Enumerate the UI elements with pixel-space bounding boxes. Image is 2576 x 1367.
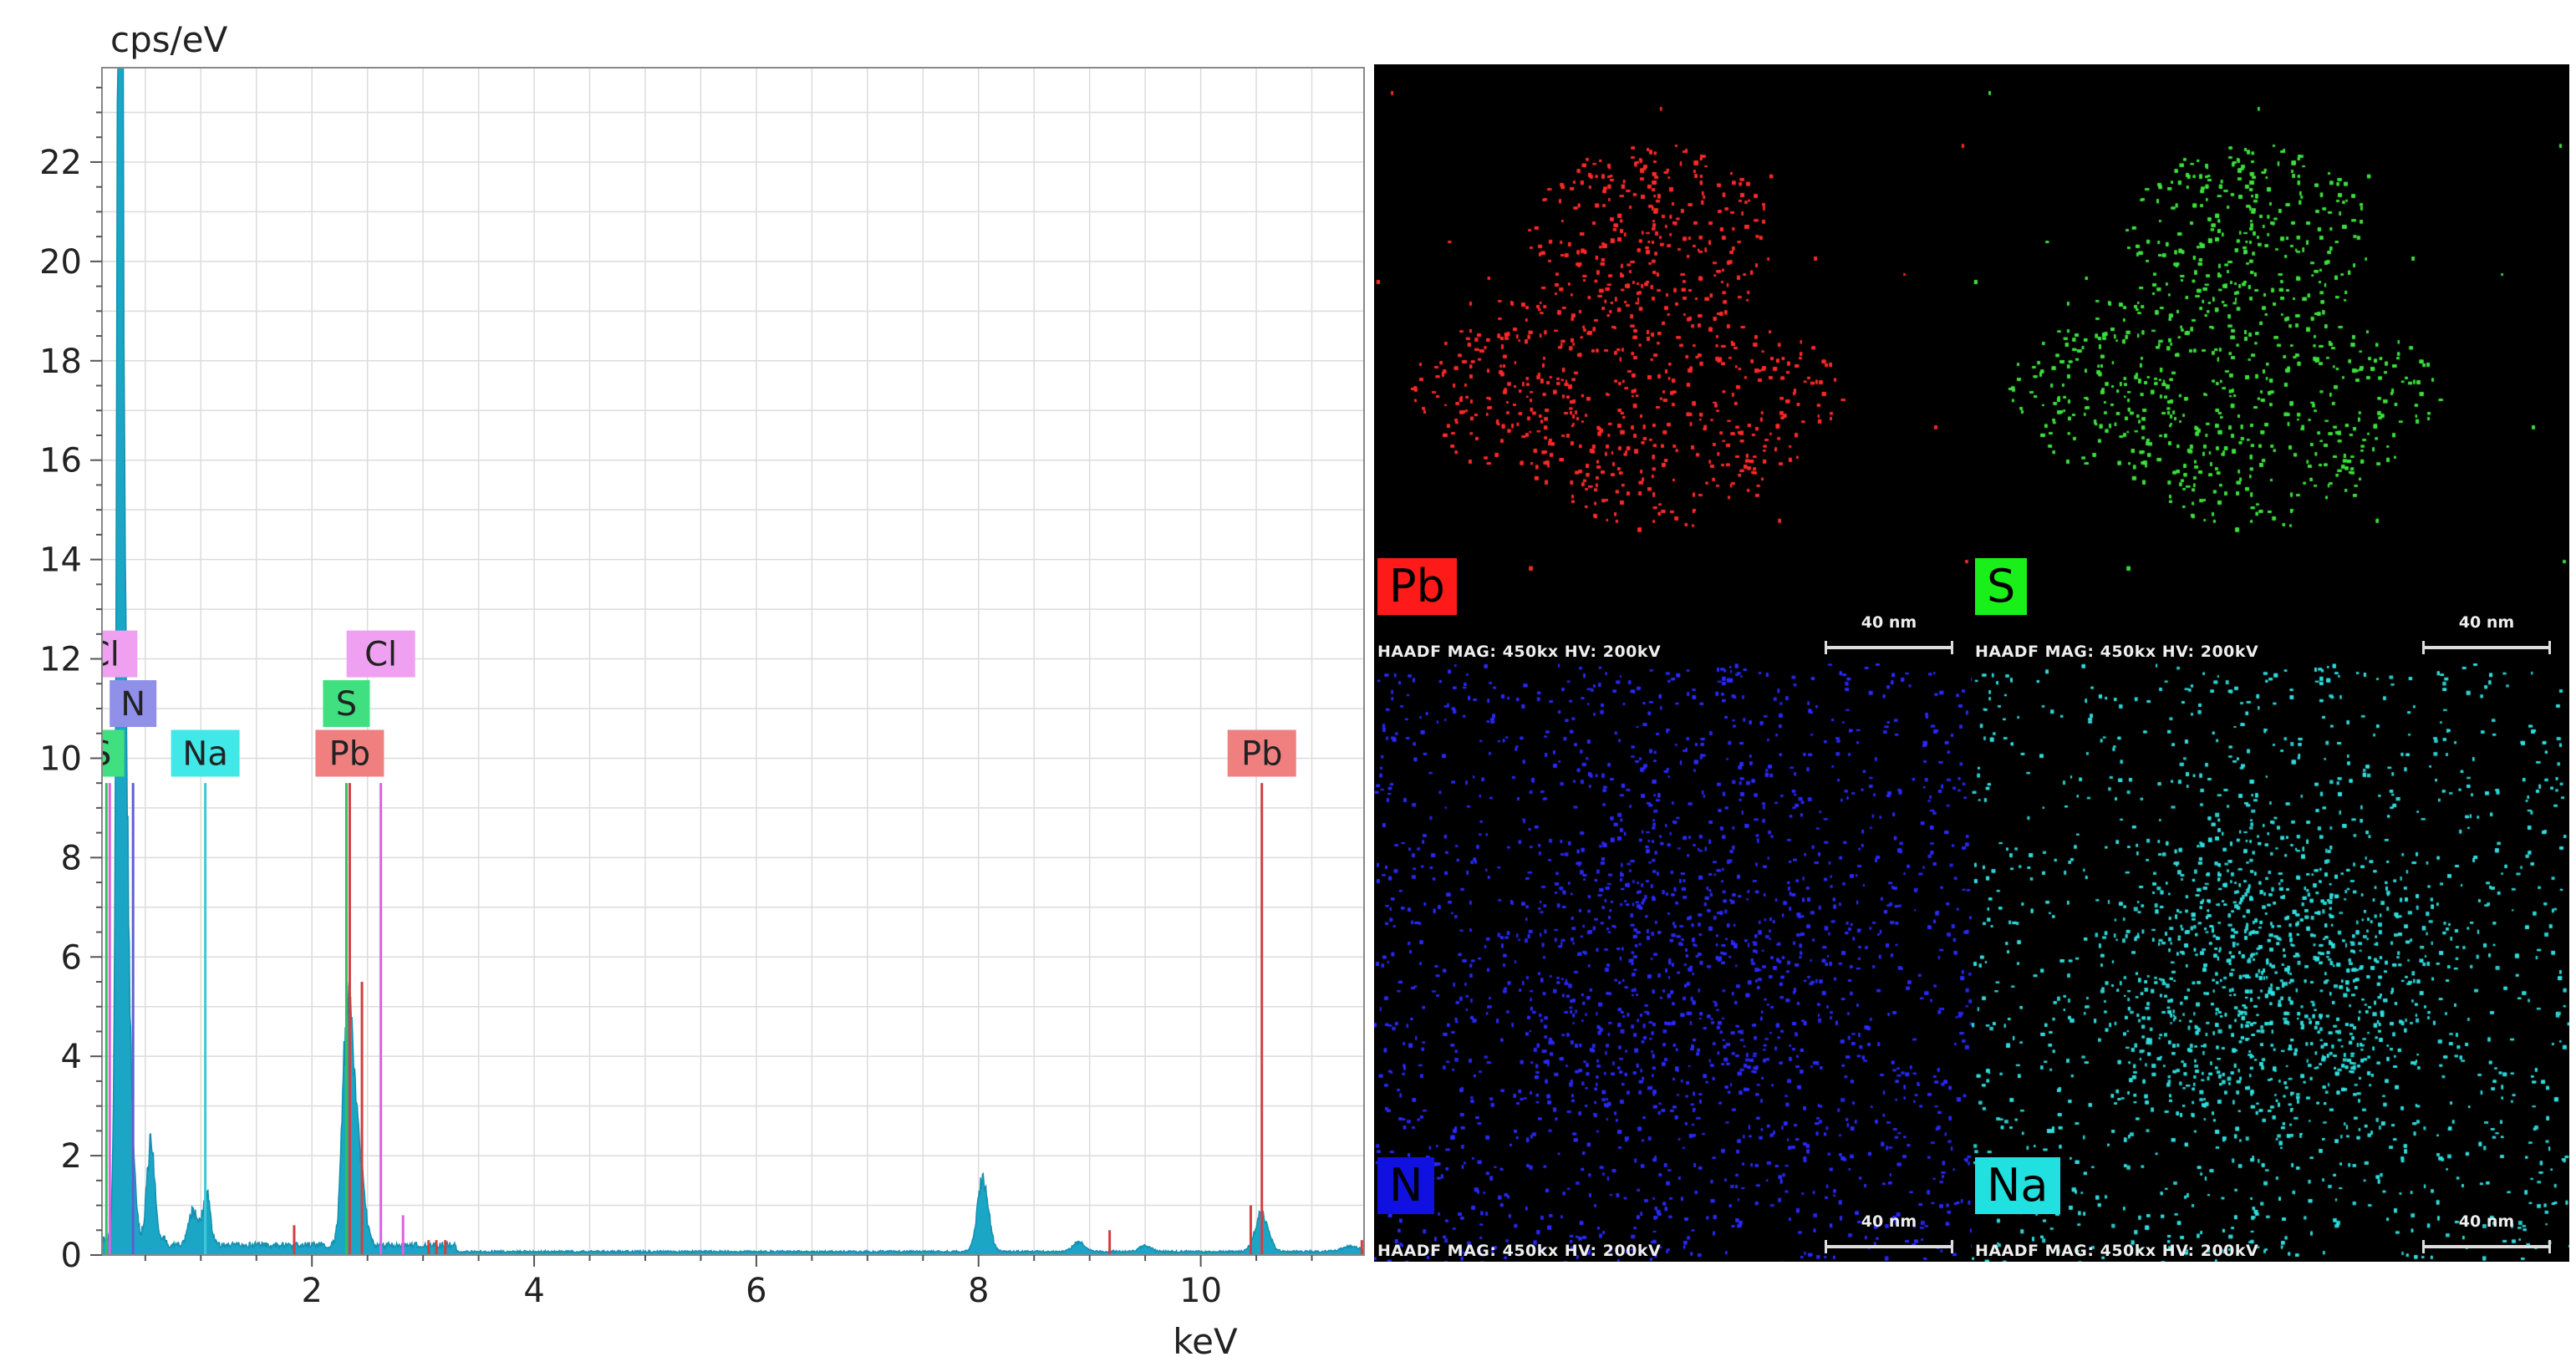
y-tick-label: 10 (39, 739, 82, 778)
map-acquisition-info: HAADF MAG: 450kx HV: 200kV (1377, 1242, 1662, 1260)
element-label-n: N (109, 680, 157, 728)
x-tick-label: 8 (968, 1272, 989, 1310)
y-tick-label: 0 (61, 1237, 82, 1275)
map-element-label: Pb (1377, 558, 1457, 615)
map-image (1972, 663, 2569, 1262)
elemental-maps: Pb HAADF MAG: 450kx HV: 200kV 40 nm S HAADF … (1374, 64, 2569, 1262)
map-acquisition-info: HAADF MAG: 450kx HV: 200kV (1975, 643, 2259, 661)
map-n: N HAADF MAG: 450kx HV: 200kV 40 nm (1374, 663, 1972, 1262)
y-tick-label: 6 (61, 938, 82, 977)
y-tick-label: 4 (61, 1038, 82, 1076)
y-tick-label: 16 (39, 442, 82, 480)
y-tick-label: 18 (39, 343, 82, 381)
map-na: Na HAADF MAG: 450kx HV: 200kV 40 nm (1972, 663, 2569, 1262)
map-acquisition-info: HAADF MAG: 450kx HV: 200kV (1975, 1242, 2259, 1260)
x-axis-title: keV (1173, 1321, 1238, 1362)
x-tick-label: 4 (523, 1272, 544, 1310)
element-label-pb: Pb (315, 729, 384, 777)
map-element-label: Na (1975, 1157, 2060, 1214)
map-pb: Pb HAADF MAG: 450kx HV: 200kV 40 nm (1374, 64, 1972, 663)
map-element-label: S (1975, 558, 2028, 615)
x-tick-label: 2 (301, 1272, 322, 1310)
y-tick-label: 2 (61, 1137, 82, 1176)
map-element-label: N (1377, 1157, 1435, 1214)
scale-bar-label: 40 nm (2458, 1212, 2515, 1231)
element-label-na: Na (171, 729, 240, 777)
map-image (1374, 64, 1972, 663)
map-image (1972, 64, 2569, 663)
scale-bar-label: 40 nm (1861, 1212, 1917, 1231)
y-tick-label: 20 (39, 243, 82, 282)
y-tick-label: 22 (39, 144, 82, 182)
scale-bar (2422, 641, 2551, 654)
map-image (1374, 663, 1972, 1262)
x-tick-label: 6 (746, 1272, 766, 1310)
y-axis-title: cps/eV (110, 19, 228, 60)
x-tick-label: 10 (1179, 1272, 1222, 1310)
y-tick-label: 12 (39, 641, 82, 679)
scale-bar (1825, 1240, 1953, 1253)
element-label-s: S (323, 680, 370, 728)
eds-spectrum-chart: ClNSNaClSPbPb cps/eV keV 024681012141618… (0, 19, 1365, 1362)
y-tick-label: 14 (39, 541, 82, 580)
grid (102, 68, 1364, 1255)
y-tick-label: 8 (61, 839, 82, 877)
element-label-pb: Pb (1227, 729, 1296, 777)
svg-text:Pb: Pb (329, 734, 371, 773)
element-label-cl: Cl (346, 630, 415, 678)
svg-text:Pb: Pb (1241, 734, 1283, 773)
svg-text:S: S (336, 685, 357, 724)
svg-text:Cl: Cl (364, 636, 397, 674)
svg-text:N: N (120, 685, 145, 724)
map-s: S HAADF MAG: 450kx HV: 200kV 40 nm (1972, 64, 2569, 663)
map-acquisition-info: HAADF MAG: 450kx HV: 200kV (1377, 643, 1662, 661)
scale-bar (1825, 641, 1953, 654)
scale-bar-label: 40 nm (1861, 613, 1917, 632)
svg-text:Na: Na (182, 734, 227, 773)
scale-bar (2422, 1240, 2551, 1253)
scale-bar-label: 40 nm (2458, 613, 2515, 632)
